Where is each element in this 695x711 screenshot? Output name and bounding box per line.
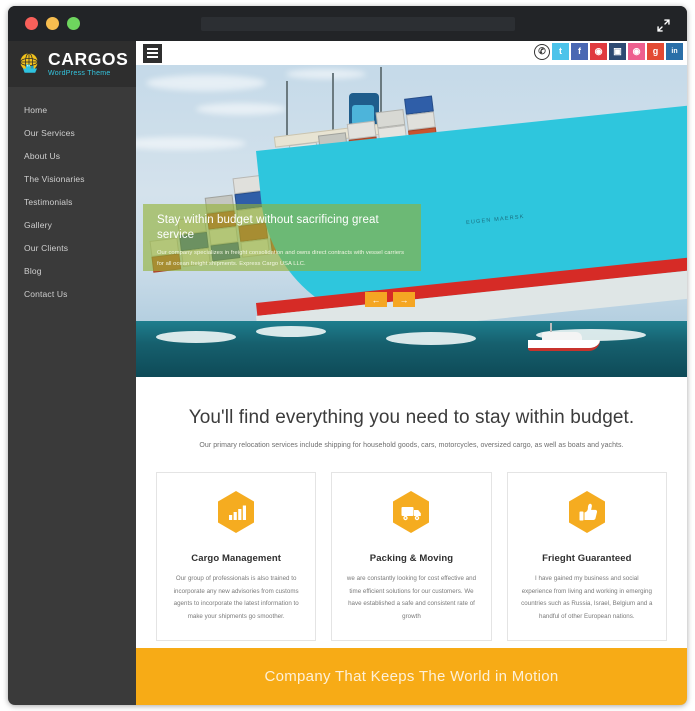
foam-shape xyxy=(386,332,476,345)
main-content: ✆ t f ◉ ▣ ◉ g in EUGEN MAERSK Stay withi… xyxy=(136,41,687,705)
logo-subtitle: WordPress Theme xyxy=(48,69,111,77)
service-card-body: I have gained my business and social exp… xyxy=(521,575,653,621)
site-logo[interactable]: CARGOS WordPress Theme xyxy=(8,41,136,87)
service-card-title: Cargo Management xyxy=(191,553,282,564)
footer-tagline: Company That Keeps The World in Motion xyxy=(264,668,559,685)
service-card-title: Packing & Moving xyxy=(369,553,454,564)
thumbs-up-icon xyxy=(567,490,607,539)
slider-navigation: ← → xyxy=(365,292,415,307)
instagram-icon[interactable]: ▣ xyxy=(609,43,626,60)
maximize-button[interactable] xyxy=(67,17,80,30)
hero-body: Our company specializes in freight conso… xyxy=(157,250,405,267)
service-card-frieght-guaranteed[interactable]: Frieght Guaranteed I have gained my busi… xyxy=(506,472,667,641)
section-subtitle: Our primary relocation services include … xyxy=(199,442,624,449)
service-card-body: Our group of professionals is also train… xyxy=(173,575,299,621)
minimize-button[interactable] xyxy=(46,17,59,30)
hamburger-menu-icon[interactable] xyxy=(142,42,163,64)
foam-shape xyxy=(156,331,236,343)
browser-titlebar xyxy=(8,6,687,41)
hero-slider: EUGEN MAERSK Stay within budget without … xyxy=(136,41,687,377)
sidebar-item-the-visionaries[interactable]: The Visionaries xyxy=(8,167,136,190)
sidebar-item-about-us[interactable]: About Us xyxy=(8,144,136,167)
sidebar: CARGOS WordPress Theme Home Our Services… xyxy=(8,41,136,705)
google-plus-icon[interactable]: g xyxy=(647,43,664,60)
service-card-cargo-management[interactable]: Cargo Management Our group of profession… xyxy=(156,472,317,641)
social-links: ✆ t f ◉ ▣ ◉ g in xyxy=(534,43,683,60)
sidebar-item-gallery[interactable]: Gallery xyxy=(8,213,136,236)
bar-chart-icon xyxy=(216,490,256,539)
sidebar-item-our-clients[interactable]: Our Clients xyxy=(8,236,136,259)
section-title: You'll find everything you need to stay … xyxy=(188,407,635,428)
slider-prev-button[interactable]: ← xyxy=(365,292,387,307)
foam-shape xyxy=(256,326,326,337)
sidebar-item-blog[interactable]: Blog xyxy=(8,259,136,282)
phone-icon[interactable]: ✆ xyxy=(534,43,550,60)
sidebar-item-our-services[interactable]: Our Services xyxy=(8,121,136,144)
browser-window: CARGOS WordPress Theme Home Our Services… xyxy=(8,6,687,705)
pinterest-icon[interactable]: ◉ xyxy=(590,43,607,60)
sidebar-item-home[interactable]: Home xyxy=(8,98,136,121)
service-card-body: we are constantly looking for cost effec… xyxy=(346,575,477,621)
globe-ship-icon xyxy=(17,51,43,77)
facebook-icon[interactable]: f xyxy=(571,43,588,60)
sidebar-item-testimonials[interactable]: Testimonials xyxy=(8,190,136,213)
hero-caption-panel: Stay within budget without sacrificing g… xyxy=(143,204,421,271)
dribbble-icon[interactable]: ◉ xyxy=(628,43,645,60)
footer-tagline-band: Company That Keeps The World in Motion xyxy=(136,648,687,705)
service-card-title: Frieght Guaranteed xyxy=(542,553,632,564)
close-button[interactable] xyxy=(25,17,38,30)
services-section: You'll find everything you need to stay … xyxy=(136,377,687,641)
twitter-icon[interactable]: t xyxy=(552,43,569,60)
page-viewport: CARGOS WordPress Theme Home Our Services… xyxy=(8,41,687,705)
hero-heading: Stay within budget without sacrificing g… xyxy=(157,214,379,241)
expand-fullscreen-icon[interactable] xyxy=(652,14,674,36)
url-input[interactable] xyxy=(201,17,515,31)
pilot-boat xyxy=(528,323,600,351)
service-card-packing-moving[interactable]: Packing & Moving we are constantly looki… xyxy=(331,472,492,641)
sidebar-nav: Home Our Services About Us The Visionari… xyxy=(8,87,136,305)
linkedin-icon[interactable]: in xyxy=(666,43,683,60)
truck-icon xyxy=(391,490,431,539)
service-cards: Cargo Management Our group of profession… xyxy=(152,472,671,641)
window-controls xyxy=(25,17,80,30)
slider-next-button[interactable]: → xyxy=(393,292,415,307)
sidebar-item-contact-us[interactable]: Contact Us xyxy=(8,282,136,305)
content-topbar: ✆ t f ◉ ▣ ◉ g in xyxy=(136,41,687,65)
logo-title: CARGOS xyxy=(48,49,129,70)
